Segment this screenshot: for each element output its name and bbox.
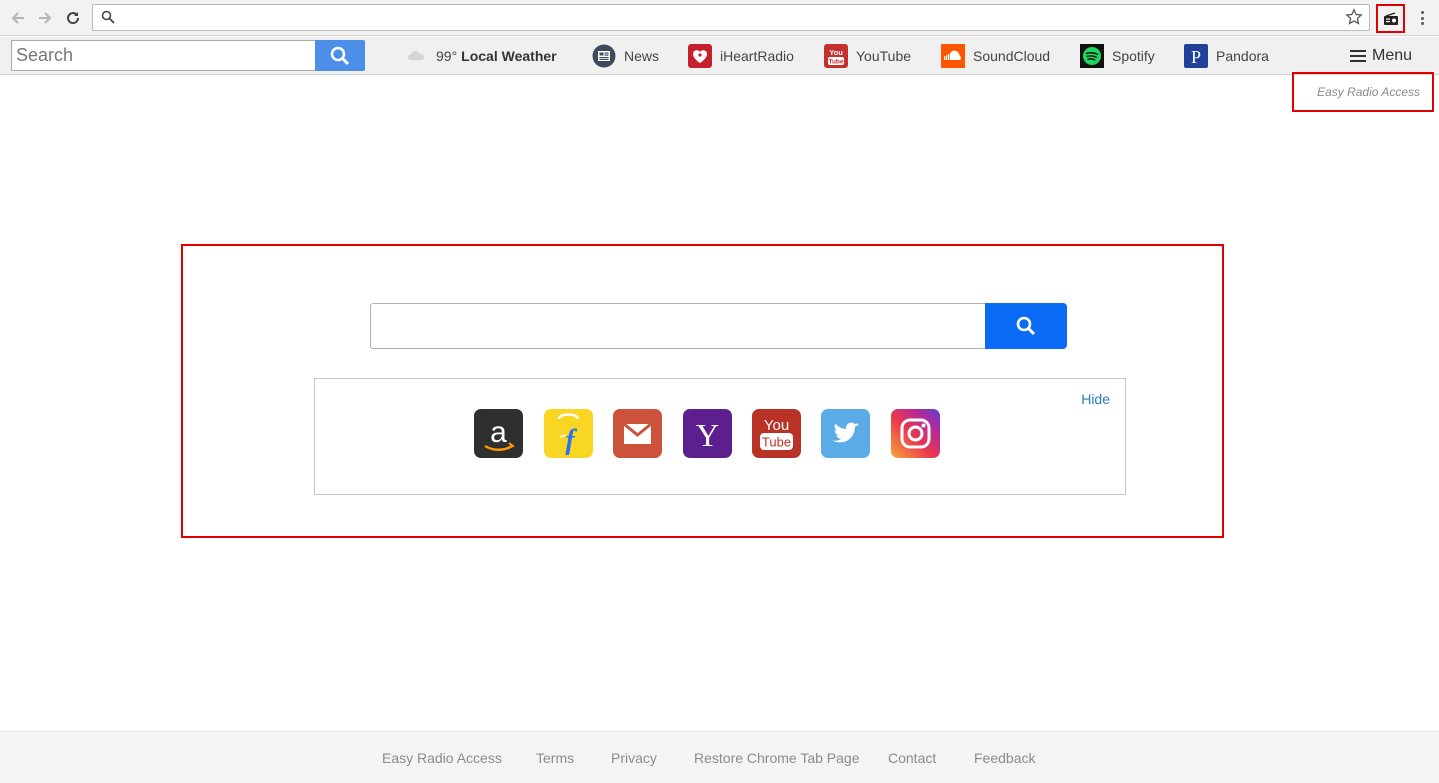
gmail-icon[interactable] — [613, 409, 662, 458]
soundcloud-icon — [941, 44, 965, 68]
instagram-icon[interactable] — [891, 409, 940, 458]
svg-text:You: You — [764, 417, 789, 434]
back-button[interactable] — [7, 7, 29, 29]
svg-text:Tube: Tube — [828, 59, 843, 66]
footer: Easy Radio Access Terms Privacy Restore … — [0, 731, 1439, 783]
youtube-icon[interactable]: You Tube — [752, 409, 801, 458]
toolbar-link-label: News — [624, 48, 660, 64]
extension-button[interactable] — [1376, 4, 1405, 33]
reload-button[interactable] — [62, 7, 84, 29]
footer-link-contact[interactable]: Contact — [888, 750, 936, 766]
footer-link-easy-radio-access[interactable]: Easy Radio Access — [382, 750, 502, 766]
extension-toolbar: 99° Local Weather News iHeartRadio You Tu… — [0, 37, 1439, 75]
spotify-icon — [1080, 44, 1104, 68]
search-icon — [101, 10, 115, 24]
footer-link-restore-tab[interactable]: Restore Chrome Tab Page — [694, 750, 860, 766]
toolbar-search-button[interactable] — [315, 40, 365, 71]
svg-text:P: P — [1191, 47, 1201, 67]
pandora-icon: P — [1184, 44, 1208, 68]
toolbar-link-spotify[interactable]: Spotify — [1080, 43, 1155, 69]
footer-link-privacy[interactable]: Privacy — [611, 750, 657, 766]
omnibox[interactable] — [92, 4, 1370, 31]
hide-link[interactable]: Hide — [1081, 391, 1110, 407]
toolbar-link-label: Spotify — [1112, 48, 1155, 64]
back-arrow-icon — [11, 12, 24, 24]
svg-text:You: You — [829, 48, 843, 57]
forward-button[interactable] — [34, 7, 56, 29]
flipkart-icon[interactable]: f — [544, 409, 593, 458]
main-search-input[interactable] — [370, 303, 986, 349]
youtube-icon: You Tube — [824, 44, 848, 68]
cloud-icon — [404, 44, 428, 68]
main-search-button[interactable] — [985, 303, 1067, 349]
brand-label: Easy Radio Access — [1292, 72, 1434, 112]
forward-arrow-icon — [39, 12, 52, 24]
toolbar-search-input[interactable] — [11, 40, 316, 71]
toolbar-link-label: SoundCloud — [973, 48, 1051, 64]
reload-icon — [67, 12, 80, 25]
search-icon — [330, 46, 350, 65]
toolbar-link-label: iHeartRadio — [720, 48, 794, 64]
quick-links-panel: Hide a f Y You Tube — [314, 378, 1126, 495]
svg-text:Y: Y — [696, 417, 719, 453]
toolbar-link-news[interactable]: News — [592, 43, 659, 69]
toolbar-link-soundcloud[interactable]: SoundCloud — [941, 43, 1050, 69]
weather-widget[interactable]: 99° Local Weather — [404, 43, 557, 69]
toolbar-menu-button[interactable]: Menu — [1350, 43, 1412, 69]
toolbar-link-label: YouTube — [856, 48, 912, 64]
news-icon — [592, 44, 616, 68]
yahoo-icon[interactable]: Y — [683, 409, 732, 458]
weather-temperature: 99° — [436, 48, 458, 64]
radio-icon — [1383, 11, 1398, 25]
toolbar-link-pandora[interactable]: P Pandora — [1184, 43, 1269, 69]
footer-link-terms[interactable]: Terms — [536, 750, 574, 766]
browser-toolbar — [0, 0, 1439, 36]
toolbar-link-label: Pandora — [1216, 48, 1269, 64]
footer-link-feedback[interactable]: Feedback — [974, 750, 1035, 766]
toolbar-link-youtube[interactable]: You Tube YouTube — [824, 43, 911, 69]
twitter-icon[interactable] — [821, 409, 870, 458]
hamburger-icon — [1350, 50, 1366, 62]
toolbar-link-iheartradio[interactable]: iHeartRadio — [688, 43, 794, 69]
iheartradio-icon — [688, 44, 712, 68]
svg-text:a: a — [490, 416, 507, 449]
weather-label: Local Weather — [461, 48, 557, 64]
amazon-icon[interactable]: a — [474, 409, 523, 458]
svg-text:Tube: Tube — [762, 435, 791, 450]
chrome-menu-icon[interactable] — [1414, 8, 1430, 28]
search-icon — [1016, 316, 1036, 336]
bookmark-star-icon[interactable] — [1345, 8, 1363, 26]
menu-label: Menu — [1372, 47, 1413, 64]
